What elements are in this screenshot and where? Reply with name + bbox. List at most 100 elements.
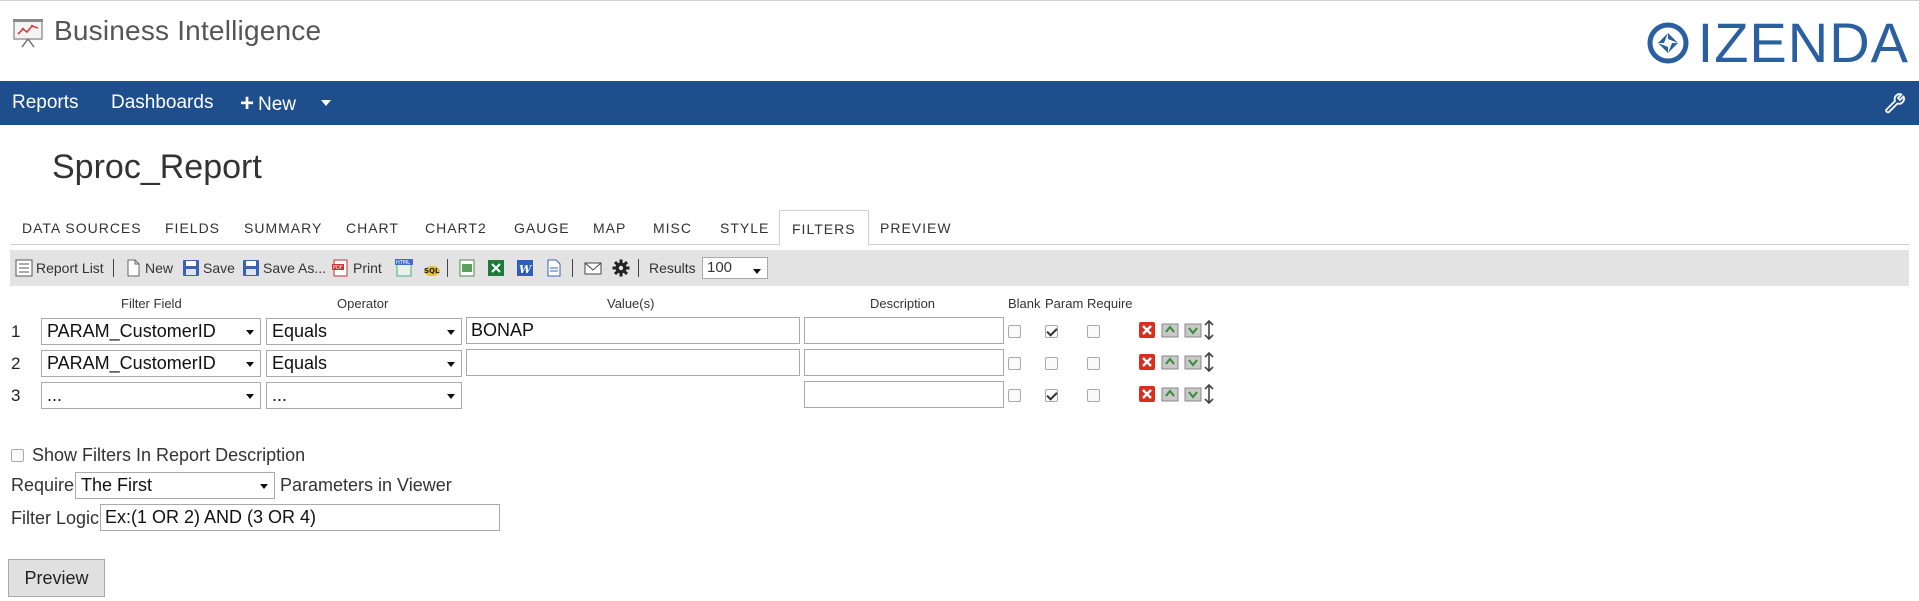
csv-icon	[459, 259, 475, 277]
new-label: New	[145, 260, 174, 276]
filter-field-value: PARAM_CustomerID	[47, 321, 216, 341]
filter-field-value: ...	[47, 385, 63, 405]
tab-fields[interactable]: FIELDS	[153, 210, 232, 245]
pdf-icon: PDF	[332, 259, 348, 277]
filter-logic-label: Filter Logic	[11, 508, 100, 528]
excel-icon	[488, 260, 504, 276]
description-input[interactable]	[804, 317, 1004, 344]
move-down-icon[interactable]	[1184, 385, 1202, 403]
document-icon	[547, 259, 561, 277]
results-select[interactable]: 100	[702, 257, 768, 279]
drag-handle-icon[interactable]	[1203, 352, 1215, 372]
filter-value-input[interactable]: BONAP	[466, 317, 800, 344]
require-label: Require	[11, 475, 75, 495]
new-document-icon	[127, 259, 140, 277]
save-as-button[interactable]: Save As...	[242, 250, 326, 286]
sql-icon: SQL	[424, 266, 440, 276]
tab-misc[interactable]: MISC	[641, 210, 704, 245]
description-input[interactable]	[804, 349, 1004, 376]
save-label: Save	[203, 260, 235, 276]
require-checkbox[interactable]	[1087, 389, 1100, 402]
toolbar-separator	[113, 259, 114, 277]
settings-button[interactable]	[612, 250, 633, 286]
row-number: 1	[11, 322, 21, 341]
filter-value-input[interactable]	[466, 349, 800, 376]
save-as-label: Save As...	[263, 260, 327, 276]
tab-chart2[interactable]: CHART2	[413, 210, 499, 245]
operator-select[interactable]: Equals	[266, 318, 462, 345]
tab-style[interactable]: STYLE	[708, 210, 781, 245]
drag-handle-icon[interactable]	[1203, 384, 1215, 404]
param-checkbox[interactable]	[1045, 357, 1058, 370]
tab-chart[interactable]: CHART	[334, 210, 411, 245]
move-up-icon[interactable]	[1161, 321, 1179, 339]
izenda-logo: IZENDA	[1644, 11, 1909, 74]
xml-export-button[interactable]	[545, 250, 566, 286]
operator-select[interactable]: ...	[266, 382, 462, 409]
preview-button[interactable]: Preview	[8, 559, 105, 597]
operator-select[interactable]: Equals	[266, 350, 462, 377]
delete-icon[interactable]	[1138, 321, 1156, 339]
filter-logic-input[interactable]: Ex:(1 OR 2) AND (3 OR 4)	[100, 504, 500, 531]
sql-button[interactable]: SQL	[423, 250, 444, 286]
list-icon	[15, 259, 33, 277]
report-toolbar: Report List New Save Save As... PDF Prin…	[10, 250, 1909, 286]
save-button[interactable]: Save	[182, 250, 235, 286]
show-filters-checkbox[interactable]	[11, 449, 24, 462]
tab-gauge[interactable]: GAUGE	[502, 210, 582, 245]
tab-summary[interactable]: SUMMARY	[232, 210, 334, 245]
require-checkbox[interactable]	[1087, 325, 1100, 338]
filter-field-select[interactable]: ...	[41, 382, 261, 409]
require-select[interactable]: The First	[75, 472, 275, 499]
wrench-icon[interactable]	[1883, 91, 1907, 115]
tab-map[interactable]: MAP	[581, 210, 638, 245]
require-value: The First	[81, 475, 153, 495]
main-nav: Reports Dashboards + New	[0, 81, 1919, 125]
html-export-button[interactable]: HTML	[395, 250, 416, 286]
tab-filters[interactable]: FILTERS	[779, 210, 869, 246]
email-button[interactable]	[584, 250, 605, 286]
delete-icon[interactable]	[1138, 385, 1156, 403]
new-button[interactable]: New	[124, 250, 173, 286]
print-label: Print	[353, 260, 382, 276]
chevron-down-icon[interactable]	[321, 100, 331, 106]
brand-name: IZENDA	[1697, 11, 1909, 74]
filter-field-select[interactable]: PARAM_CustomerID	[41, 350, 261, 377]
operator-header: Operator	[337, 296, 389, 311]
excel-export-button[interactable]	[487, 250, 508, 286]
page-title: Sproc_Report	[52, 148, 262, 186]
svg-text:PDF: PDF	[333, 265, 343, 271]
show-filters-label: Show Filters In Report Description	[32, 445, 306, 465]
toolbar-separator	[638, 259, 639, 277]
chevron-down-icon	[753, 269, 761, 274]
results-label: Results	[649, 260, 696, 276]
delete-icon[interactable]	[1138, 353, 1156, 371]
app-header: Business Intelligence IZENDA	[0, 1, 1919, 81]
param-checkbox[interactable]	[1045, 325, 1058, 338]
print-button[interactable]: PDF Print	[332, 250, 382, 286]
require-checkbox[interactable]	[1087, 357, 1100, 370]
blank-checkbox[interactable]	[1008, 389, 1021, 402]
report-list-button[interactable]: Report List	[15, 250, 104, 286]
nav-new[interactable]: + New	[240, 81, 296, 125]
blank-checkbox[interactable]	[1008, 357, 1021, 370]
tab-data-sources[interactable]: DATA SOURCES	[10, 210, 154, 245]
move-up-icon[interactable]	[1161, 385, 1179, 403]
tab-preview[interactable]: PREVIEW	[868, 210, 964, 245]
nav-dashboards[interactable]: Dashboards	[111, 81, 213, 125]
izenda-swirl-icon	[1647, 22, 1689, 64]
move-down-icon[interactable]	[1184, 353, 1202, 371]
csv-export-button[interactable]	[458, 250, 479, 286]
chevron-down-icon	[246, 330, 254, 335]
gear-icon	[612, 259, 630, 277]
move-up-icon[interactable]	[1161, 353, 1179, 371]
param-checkbox[interactable]	[1045, 389, 1058, 402]
move-down-icon[interactable]	[1184, 321, 1202, 339]
drag-handle-icon[interactable]	[1203, 320, 1215, 340]
word-export-button[interactable]: W	[516, 250, 537, 286]
description-input[interactable]	[804, 381, 1004, 408]
blank-checkbox[interactable]	[1008, 325, 1021, 338]
nav-reports[interactable]: Reports	[12, 81, 79, 125]
filter-field-select[interactable]: PARAM_CustomerID	[41, 318, 261, 345]
chevron-down-icon	[246, 362, 254, 367]
